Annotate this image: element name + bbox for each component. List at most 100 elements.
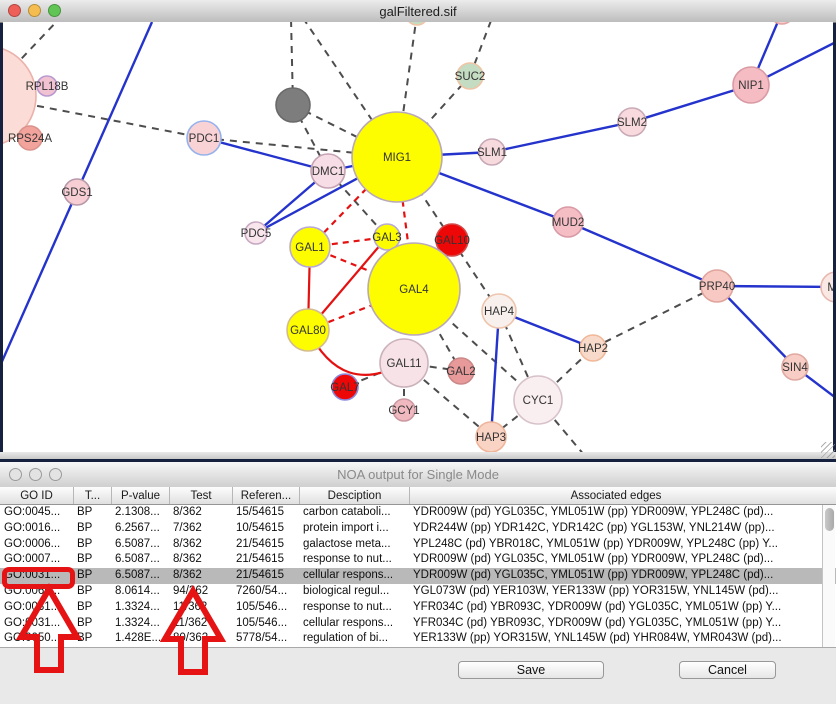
close-button-icon[interactable]	[9, 468, 22, 481]
table-row[interactable]: GO:0031...BP1.3324...11/362105/546...cel…	[0, 616, 836, 632]
table-row[interactable]: GO:0031...BP6.5087...8/36221/54615cellul…	[0, 568, 836, 584]
cell: YFR034C (pd) YBR093C, YDR009W (pd) YGL03…	[410, 616, 822, 632]
cell: 6.2567...	[112, 521, 170, 537]
scrollbar-thumb[interactable]	[825, 508, 834, 531]
results-table: GO:0045...BP2.1308...8/36215/54615carbon…	[0, 505, 836, 648]
table-row[interactable]: GO:0045...BP2.1308...8/36215/54615carbon…	[0, 505, 836, 521]
cell: 21/54615	[233, 552, 300, 568]
cell: BP	[74, 521, 112, 537]
node-label: GAL3	[372, 232, 401, 244]
table-row[interactable]: GO:0006...BP6.5087...8/36221/54615galact…	[0, 537, 836, 553]
cell: 94/362	[170, 584, 233, 600]
column-header-test[interactable]: Test	[170, 487, 233, 504]
cell: YER133W (pp) YOR315W, YNL145W (pd) YHR08…	[410, 631, 822, 647]
node-label: GAL10	[434, 235, 470, 247]
table-row[interactable]: GO:0031...BP1.3324...11/362105/546...res…	[0, 600, 836, 616]
node-label: PRP40	[699, 281, 735, 293]
node-TOPRIGHT[interactable]	[770, 22, 794, 24]
cell: GO:0045...	[0, 505, 74, 521]
cell: response to nut...	[300, 600, 410, 616]
table-row[interactable]: GO:0050...BP1.428E...80/3625778/54...reg…	[0, 631, 836, 647]
node-TOPGREEN[interactable]	[406, 22, 428, 25]
cell: GO:0031...	[0, 616, 74, 632]
noa-window-title: NOA output for Single Mode	[337, 467, 499, 482]
table-header-row[interactable]: GO IDT...P-valueTestReferen...Desciption…	[0, 487, 836, 505]
cell: cellular respons...	[300, 568, 410, 584]
cell: 21/54615	[233, 537, 300, 553]
column-header-pvalue[interactable]: P-value	[112, 487, 170, 504]
node-GRAY[interactable]	[276, 88, 310, 122]
network-canvas[interactable]: RPL18BRPS24AGDS1PDC1DMC1MIG1SLM1SUC2NIP1…	[3, 22, 833, 452]
node-label: GAL1	[295, 242, 324, 254]
node-label: SUC2	[455, 71, 486, 83]
cell: carbon cataboli...	[300, 505, 410, 521]
cell: 8/362	[170, 552, 233, 568]
cell: YFR034C (pd) YBR093C, YDR009W (pd) YGL03…	[410, 600, 822, 616]
cell: 1.428E...	[112, 631, 170, 647]
column-header-associatededges[interactable]: Associated edges	[410, 487, 822, 504]
node-label: HAP3	[476, 432, 506, 444]
column-header-desciption[interactable]: Desciption	[300, 487, 410, 504]
zoom-button-icon[interactable]	[49, 468, 62, 481]
cell: 5778/54...	[233, 631, 300, 647]
cell: YGL073W (pd) YER103W, YER133W (pp) YOR31…	[410, 584, 822, 600]
noa-window-titlebar[interactable]: NOA output for Single Mode	[0, 462, 836, 488]
cell: 2.1308...	[112, 505, 170, 521]
node-label: MIG1	[383, 152, 411, 164]
cell: 8/362	[170, 537, 233, 553]
node-label: DMC1	[312, 166, 345, 178]
cell: response to nut...	[300, 552, 410, 568]
cell: YDR009W (pd) YGL035C, YML051W (pp) YDR00…	[410, 568, 822, 584]
cell: 15/54615	[233, 505, 300, 521]
cell: 1.3324...	[112, 616, 170, 632]
node-label: CYC1	[523, 395, 554, 407]
graph-window-bottom-chrome	[0, 452, 836, 459]
node-label: GAL80	[290, 325, 326, 337]
edge	[717, 286, 795, 367]
network-graph: RPL18BRPS24AGDS1PDC1DMC1MIG1SLM1SUC2NIP1…	[3, 22, 833, 452]
cell: 80/362	[170, 631, 233, 647]
table-row[interactable]: GO:0016...BP6.2567...7/36210/54615protei…	[0, 521, 836, 537]
cell: GO:0007...	[0, 552, 74, 568]
node-label: GAL7	[330, 382, 359, 394]
node-label: GCY1	[388, 405, 419, 417]
node-label: RPL18B	[26, 81, 69, 93]
cancel-button[interactable]: Cancel	[679, 661, 776, 679]
annotation-highlight-box	[2, 567, 75, 589]
minimize-button-icon[interactable]	[29, 468, 42, 481]
cell: 1.3324...	[112, 600, 170, 616]
close-button-icon[interactable]	[8, 4, 21, 17]
column-header-referen[interactable]: Referen...	[233, 487, 300, 504]
table-row[interactable]: GO:0065...BP8.0614...94/3627260/54...bio…	[0, 584, 836, 600]
minimize-button-icon[interactable]	[28, 4, 41, 17]
cell: BP	[74, 552, 112, 568]
vertical-scrollbar[interactable]	[822, 505, 835, 647]
cell: 7/362	[170, 521, 233, 537]
node-label: HAP2	[578, 343, 608, 355]
column-header-t[interactable]: T...	[74, 487, 112, 504]
cell: YDR009W (pd) YGL035C, YML051W (pp) YDR00…	[410, 505, 822, 521]
node-label: GAL11	[387, 358, 422, 370]
table-row[interactable]: GO:0007...BP6.5087...8/36221/54615respon…	[0, 552, 836, 568]
cell: cellular respons...	[300, 616, 410, 632]
cell: 7260/54...	[233, 584, 300, 600]
cell: BP	[74, 600, 112, 616]
cell: 21/54615	[233, 568, 300, 584]
graph-window-titlebar[interactable]: galFiltered.sif	[0, 0, 836, 23]
cell: 11/362	[170, 616, 233, 632]
cell: BP	[74, 568, 112, 584]
node-label: PDC1	[189, 133, 220, 145]
cell: 6.5087...	[112, 537, 170, 553]
zoom-button-icon[interactable]	[48, 4, 61, 17]
node-label: MS	[827, 282, 833, 294]
edge	[593, 286, 717, 348]
cell: 6.5087...	[112, 552, 170, 568]
resize-handle-icon[interactable]	[821, 442, 835, 458]
column-header-goid[interactable]: GO ID	[0, 487, 74, 504]
edge	[492, 122, 632, 152]
cell: YPL248C (pd) YBR018C, YML051W (pp) YDR00…	[410, 537, 822, 553]
save-button[interactable]: Save	[458, 661, 604, 679]
cell: YDR009W (pd) YGL035C, YML051W (pp) YDR00…	[410, 552, 822, 568]
cell: 105/546...	[233, 600, 300, 616]
edge	[204, 138, 328, 171]
